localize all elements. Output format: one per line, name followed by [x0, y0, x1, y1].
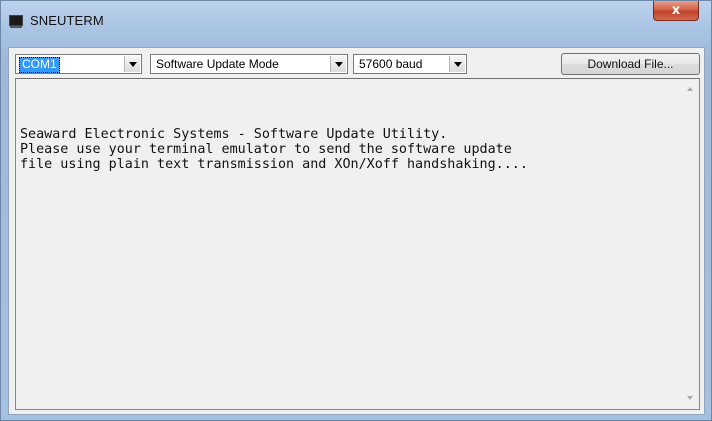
- chevron-down-icon[interactable]: [124, 56, 140, 72]
- mode-select[interactable]: Software Update Mode: [150, 54, 348, 74]
- terminal-text: Seaward Electronic Systems - Software Up…: [20, 112, 670, 202]
- toolbar: COM1 Software Update Mode 57600 baud Dow…: [9, 48, 704, 78]
- close-icon: x: [671, 3, 681, 18]
- mode-select-value: Software Update Mode: [156, 57, 279, 71]
- chevron-down-icon[interactable]: [330, 56, 346, 72]
- terminal-line: Please use your terminal emulator to sen…: [20, 142, 512, 157]
- port-select-value: COM1: [19, 57, 60, 73]
- baud-select[interactable]: 57600 baud: [353, 54, 467, 74]
- scroll-up-icon[interactable]: [686, 85, 695, 94]
- window-title: SNEUTERM: [30, 13, 104, 28]
- port-select[interactable]: COM1: [15, 54, 142, 74]
- app-window: SNEUTERM x COM1 Software Update Mode 576…: [0, 0, 712, 421]
- vertical-scrollbar[interactable]: [682, 79, 699, 409]
- title-bar[interactable]: SNEUTERM x: [1, 1, 711, 41]
- chevron-down-icon[interactable]: [449, 56, 465, 72]
- terminal-line: Seaward Electronic Systems - Software Up…: [20, 127, 448, 142]
- download-file-button[interactable]: Download File...: [561, 53, 700, 75]
- terminal-output[interactable]: Seaward Electronic Systems - Software Up…: [15, 78, 700, 410]
- scroll-down-icon[interactable]: [686, 394, 695, 403]
- baud-select-value: 57600 baud: [359, 57, 423, 71]
- terminal-line: file using plain text transmission and X…: [20, 157, 528, 172]
- close-button[interactable]: x: [653, 1, 699, 21]
- terminal-window-icon: [9, 15, 23, 28]
- client-area: COM1 Software Update Mode 57600 baud Dow…: [8, 47, 705, 415]
